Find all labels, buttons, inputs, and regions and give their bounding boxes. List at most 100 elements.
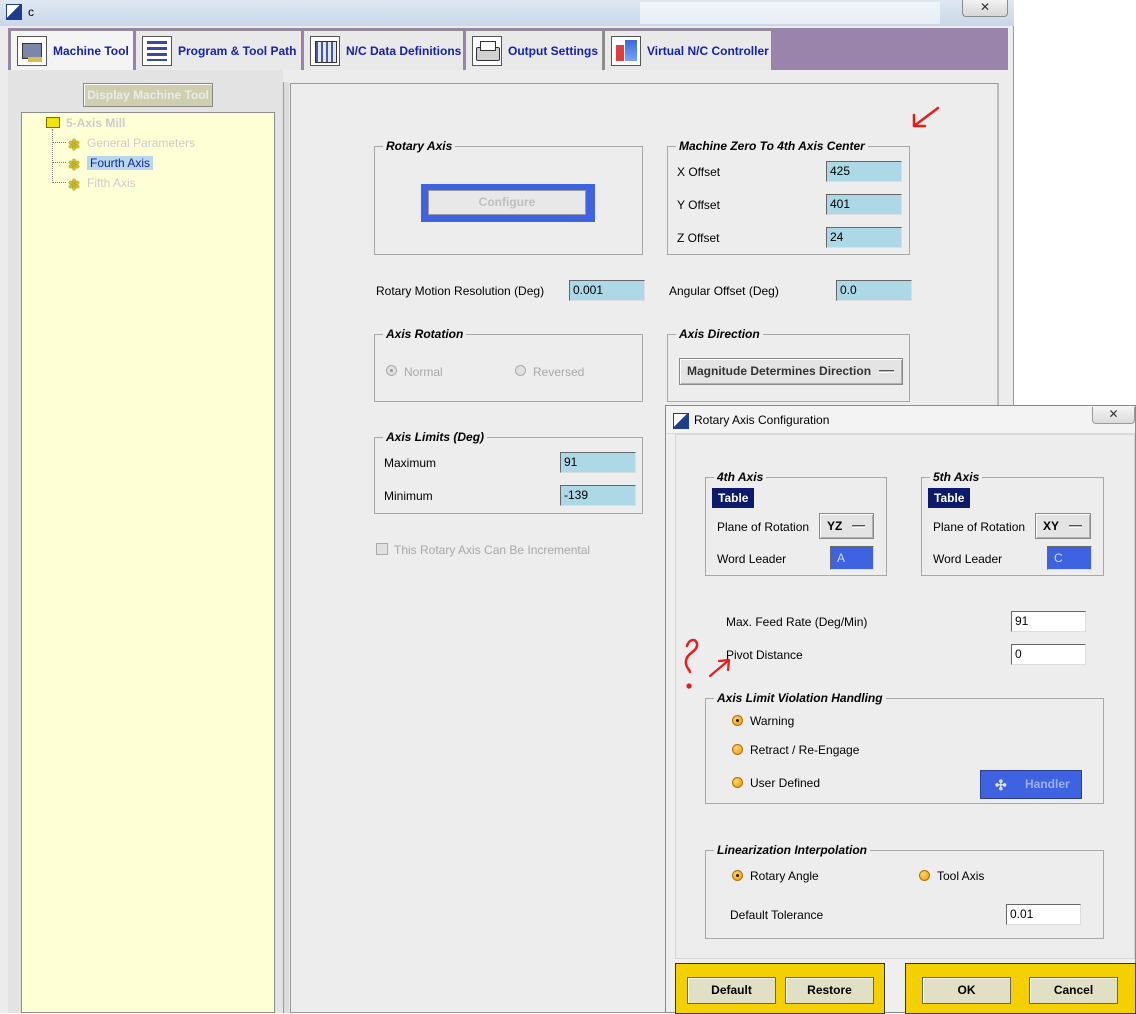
fifth-axis-plane-label: Plane of Rotation [933,520,1026,534]
limit-violation-legend: Axis Limit Violation Handling [717,691,883,705]
tab-label: Machine Tool [53,44,129,58]
tab-nc-data-definitions[interactable]: N/C Data Definitions [303,30,464,70]
pivot-distance-input[interactable]: 0 [1011,644,1086,665]
tree-connector [52,142,66,143]
tab-machine-tool[interactable]: Machine Tool [10,30,134,71]
fourth-axis-legend: 4th Axis [717,470,764,484]
tree-item-fifth-axis[interactable]: ✽ Fifth Axis [66,175,136,194]
axis-limits-legend: Axis Limits (Deg) [386,430,485,444]
angular-offset-input[interactable]: 0.0 [836,280,912,301]
nc-data-icon [310,35,340,66]
max-feed-rate-label: Max. Feed Rate (Deg/Min) [726,615,868,629]
restore-button[interactable]: Restore [785,977,874,1004]
printer-icon [472,35,502,66]
angular-offset-label: Angular Offset (Deg) [669,284,779,298]
configure-button[interactable]: Configure [428,190,586,215]
display-machine-tool-button[interactable]: Display Machine Tool [83,83,213,107]
tool-axis-radio[interactable] [919,870,930,881]
z-offset-input[interactable]: 24 [826,227,902,248]
reversed-radio-label: Reversed [533,365,585,379]
axis-rotation-legend: Axis Rotation [386,327,464,341]
gear-icon: ✽ [67,157,81,174]
rotary-resolution-input[interactable]: 0.001 [569,280,645,301]
dialog-title: Rotary Axis Configuration [694,413,830,427]
default-tolerance-label: Default Tolerance [730,908,824,922]
window-title: c [28,5,34,19]
fifth-axis-plane-dropdown[interactable]: XY [1035,513,1091,539]
gear-icon: ✽ [67,137,81,154]
tab-label: Virtual N/C Controller [647,43,769,58]
maximum-label: Maximum [384,456,437,470]
axis-direction-value: Magnitude Determines Direction [687,364,872,378]
fourth-axis-plane-label: Plane of Rotation [717,520,810,534]
linearization-legend: Linearization Interpolation [717,843,868,857]
retract-radio-label: Retract / Re-Engage [750,743,860,757]
gear-icon: ✽ [67,177,81,194]
incremental-checkbox[interactable] [376,543,388,555]
fourth-axis-word-leader-input[interactable]: A [830,546,874,570]
max-feed-rate-input[interactable]: 91 [1011,611,1086,632]
tree-connector [52,182,66,183]
title-bar: c [0,0,1014,26]
rotary-angle-radio-label: Rotary Angle [750,869,819,883]
rotary-angle-radio[interactable] [732,870,743,881]
rotary-resolution-label: Rotary Motion Resolution (Deg) [376,284,545,298]
fourth-axis-plane-dropdown[interactable]: YZ [819,513,874,539]
tab-label: Output Settings [508,43,598,58]
tree-item-label: Fourth Axis [87,156,154,170]
folder-icon [46,117,60,128]
fifth-axis-word-leader-input[interactable]: C [1047,546,1092,570]
maximum-input[interactable]: 91 [560,452,636,473]
tree-item-label: General Parameters [87,136,196,150]
axis-direction-dropdown[interactable]: Magnitude Determines Direction [679,358,903,385]
y-offset-input[interactable]: 401 [826,194,902,215]
dialog-title-bar: Rotary Axis Configuration ✕ [666,406,1135,434]
axis-direction-legend: Axis Direction [679,327,760,341]
tree-connector [52,162,66,163]
handler-icon: ✣ [995,777,1007,793]
cancel-button[interactable]: Cancel [1029,977,1118,1004]
z-offset-label: Z Offset [677,231,720,245]
ok-button[interactable]: OK [922,977,1011,1004]
warning-radio[interactable] [732,715,743,726]
fifth-axis-plane-value: XY [1043,519,1060,533]
normal-radio[interactable] [386,365,397,376]
reversed-radio[interactable] [515,365,526,376]
panel-splitter[interactable] [283,82,289,1013]
minimum-input[interactable]: -139 [560,485,636,506]
tab-label: Program & Tool Path [178,43,297,58]
minimum-label: Minimum [384,489,433,503]
retract-radio[interactable] [732,744,743,755]
x-offset-label: X Offset [677,165,721,179]
warning-radio-label: Warning [750,714,795,728]
tree-root-item[interactable]: 5-Axis Mill [46,115,125,131]
close-icon: ✕ [1108,407,1119,421]
tab-virtual-nc-controller[interactable]: Virtual N/C Controller [604,30,772,70]
app-icon [6,4,22,20]
tab-strip: Machine Tool Program & Tool Path N/C Dat… [8,28,1008,71]
program-tool-path-icon [142,35,172,66]
tool-axis-radio-label: Tool Axis [937,869,985,883]
tab-output-settings[interactable]: Output Settings [465,30,603,70]
tree-item-label: Fifth Axis [87,176,136,190]
tree-item-fourth-axis[interactable]: ✽ Fourth Axis [66,155,154,174]
rotary-axis-configuration-dialog: Rotary Axis Configuration ✕ 4th Axis Tab… [665,405,1136,1014]
dropdown-indicator-icon [879,370,894,373]
default-tolerance-input[interactable]: 0.01 [1006,904,1081,925]
tree-item-general-parameters[interactable]: ✽ General Parameters [66,135,196,154]
window-close-button[interactable]: ✕ [962,0,1008,17]
handler-button-label: Handler [1025,777,1070,791]
fourth-axis-word-leader-label: Word Leader [717,552,787,566]
dialog-close-button[interactable]: ✕ [1092,407,1135,424]
x-offset-input[interactable]: 425 [826,161,902,182]
tree-root-label: 5-Axis Mill [66,116,126,130]
annotation-arrow-icon [912,106,940,128]
default-button[interactable]: Default [687,977,776,1004]
user-defined-radio[interactable] [732,777,743,788]
tab-program-tool-path[interactable]: Program & Tool Path [135,30,302,70]
dropdown-indicator-icon [1069,525,1082,528]
tree-connector [52,129,53,183]
y-offset-label: Y Offset [677,198,720,212]
dialog-app-icon [673,413,689,429]
handler-button[interactable]: ✣ Handler [980,770,1082,799]
